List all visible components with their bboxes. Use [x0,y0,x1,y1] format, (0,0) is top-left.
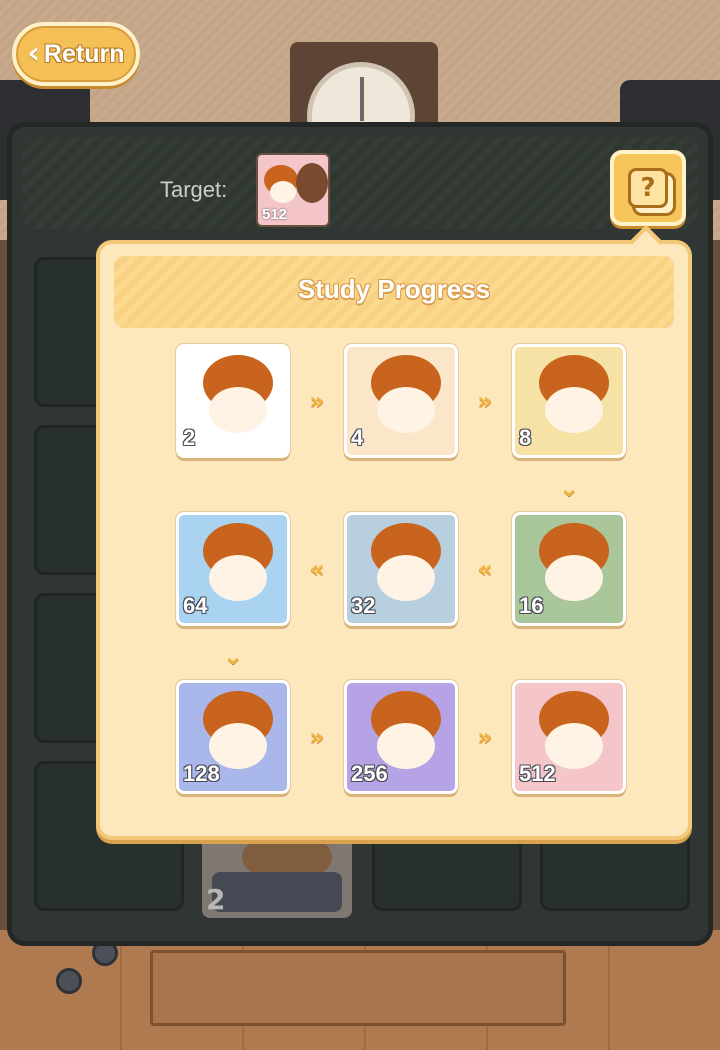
panel-title: Study Progress [297,274,491,304]
target-label: Target: [160,177,228,202]
progress-arrow-icon: ⌄ [558,474,580,502]
stage-value: 64 [183,593,208,618]
return-button[interactable]: ‹ Return [12,22,140,86]
stage-value: 16 [519,593,544,618]
question-icon: ? [628,168,668,208]
help-button[interactable]: ? [610,150,686,226]
target-value: 512 [262,206,288,223]
progress-arrow-icon: « [477,555,493,583]
target-tile: 512 [256,153,330,227]
stage-value: 256 [351,761,388,786]
stage-tile: 4 [344,344,458,458]
character-face [377,387,435,433]
stage-value: 128 [183,761,220,786]
stage-tile: 2 [176,344,290,458]
stage-tile: 16 [512,512,626,626]
return-label: Return [43,39,125,68]
study-progress-panel: Study Progress 2 4 8 16 32 64 128 256 512 » » ⌄ « « ⌄ »… [96,240,692,840]
stage-tile: 128 [176,680,290,794]
progress-arrow-icon: » [477,387,493,415]
board-tile-value: 2 [206,883,226,916]
chair-wheel [56,968,82,994]
character-face [545,387,603,433]
chevron-left-icon: ‹ [27,36,40,71]
character-face [377,555,435,601]
progress-arrow-icon: » [309,387,325,415]
stage-value: 512 [519,761,556,786]
stage-tile: 64 [176,512,290,626]
stage-tile: 32 [344,512,458,626]
stage-value: 32 [351,593,376,618]
board-header [22,137,698,229]
progress-arrow-icon: ⌄ [222,642,244,670]
character-face [545,555,603,601]
character-face [209,387,267,433]
stage-value: 8 [519,425,532,450]
board-tile[interactable]: 2 [202,832,352,918]
stage-value: 4 [351,425,364,450]
stage-tile: 256 [344,680,458,794]
stage-tile: 512 [512,680,626,794]
progress-arrow-icon: » [477,723,493,751]
stage-value: 2 [183,425,196,450]
progress-arrow-icon: « [309,555,325,583]
stage-tile: 8 [512,344,626,458]
character-face [209,555,267,601]
progress-arrow-icon: » [309,723,325,751]
